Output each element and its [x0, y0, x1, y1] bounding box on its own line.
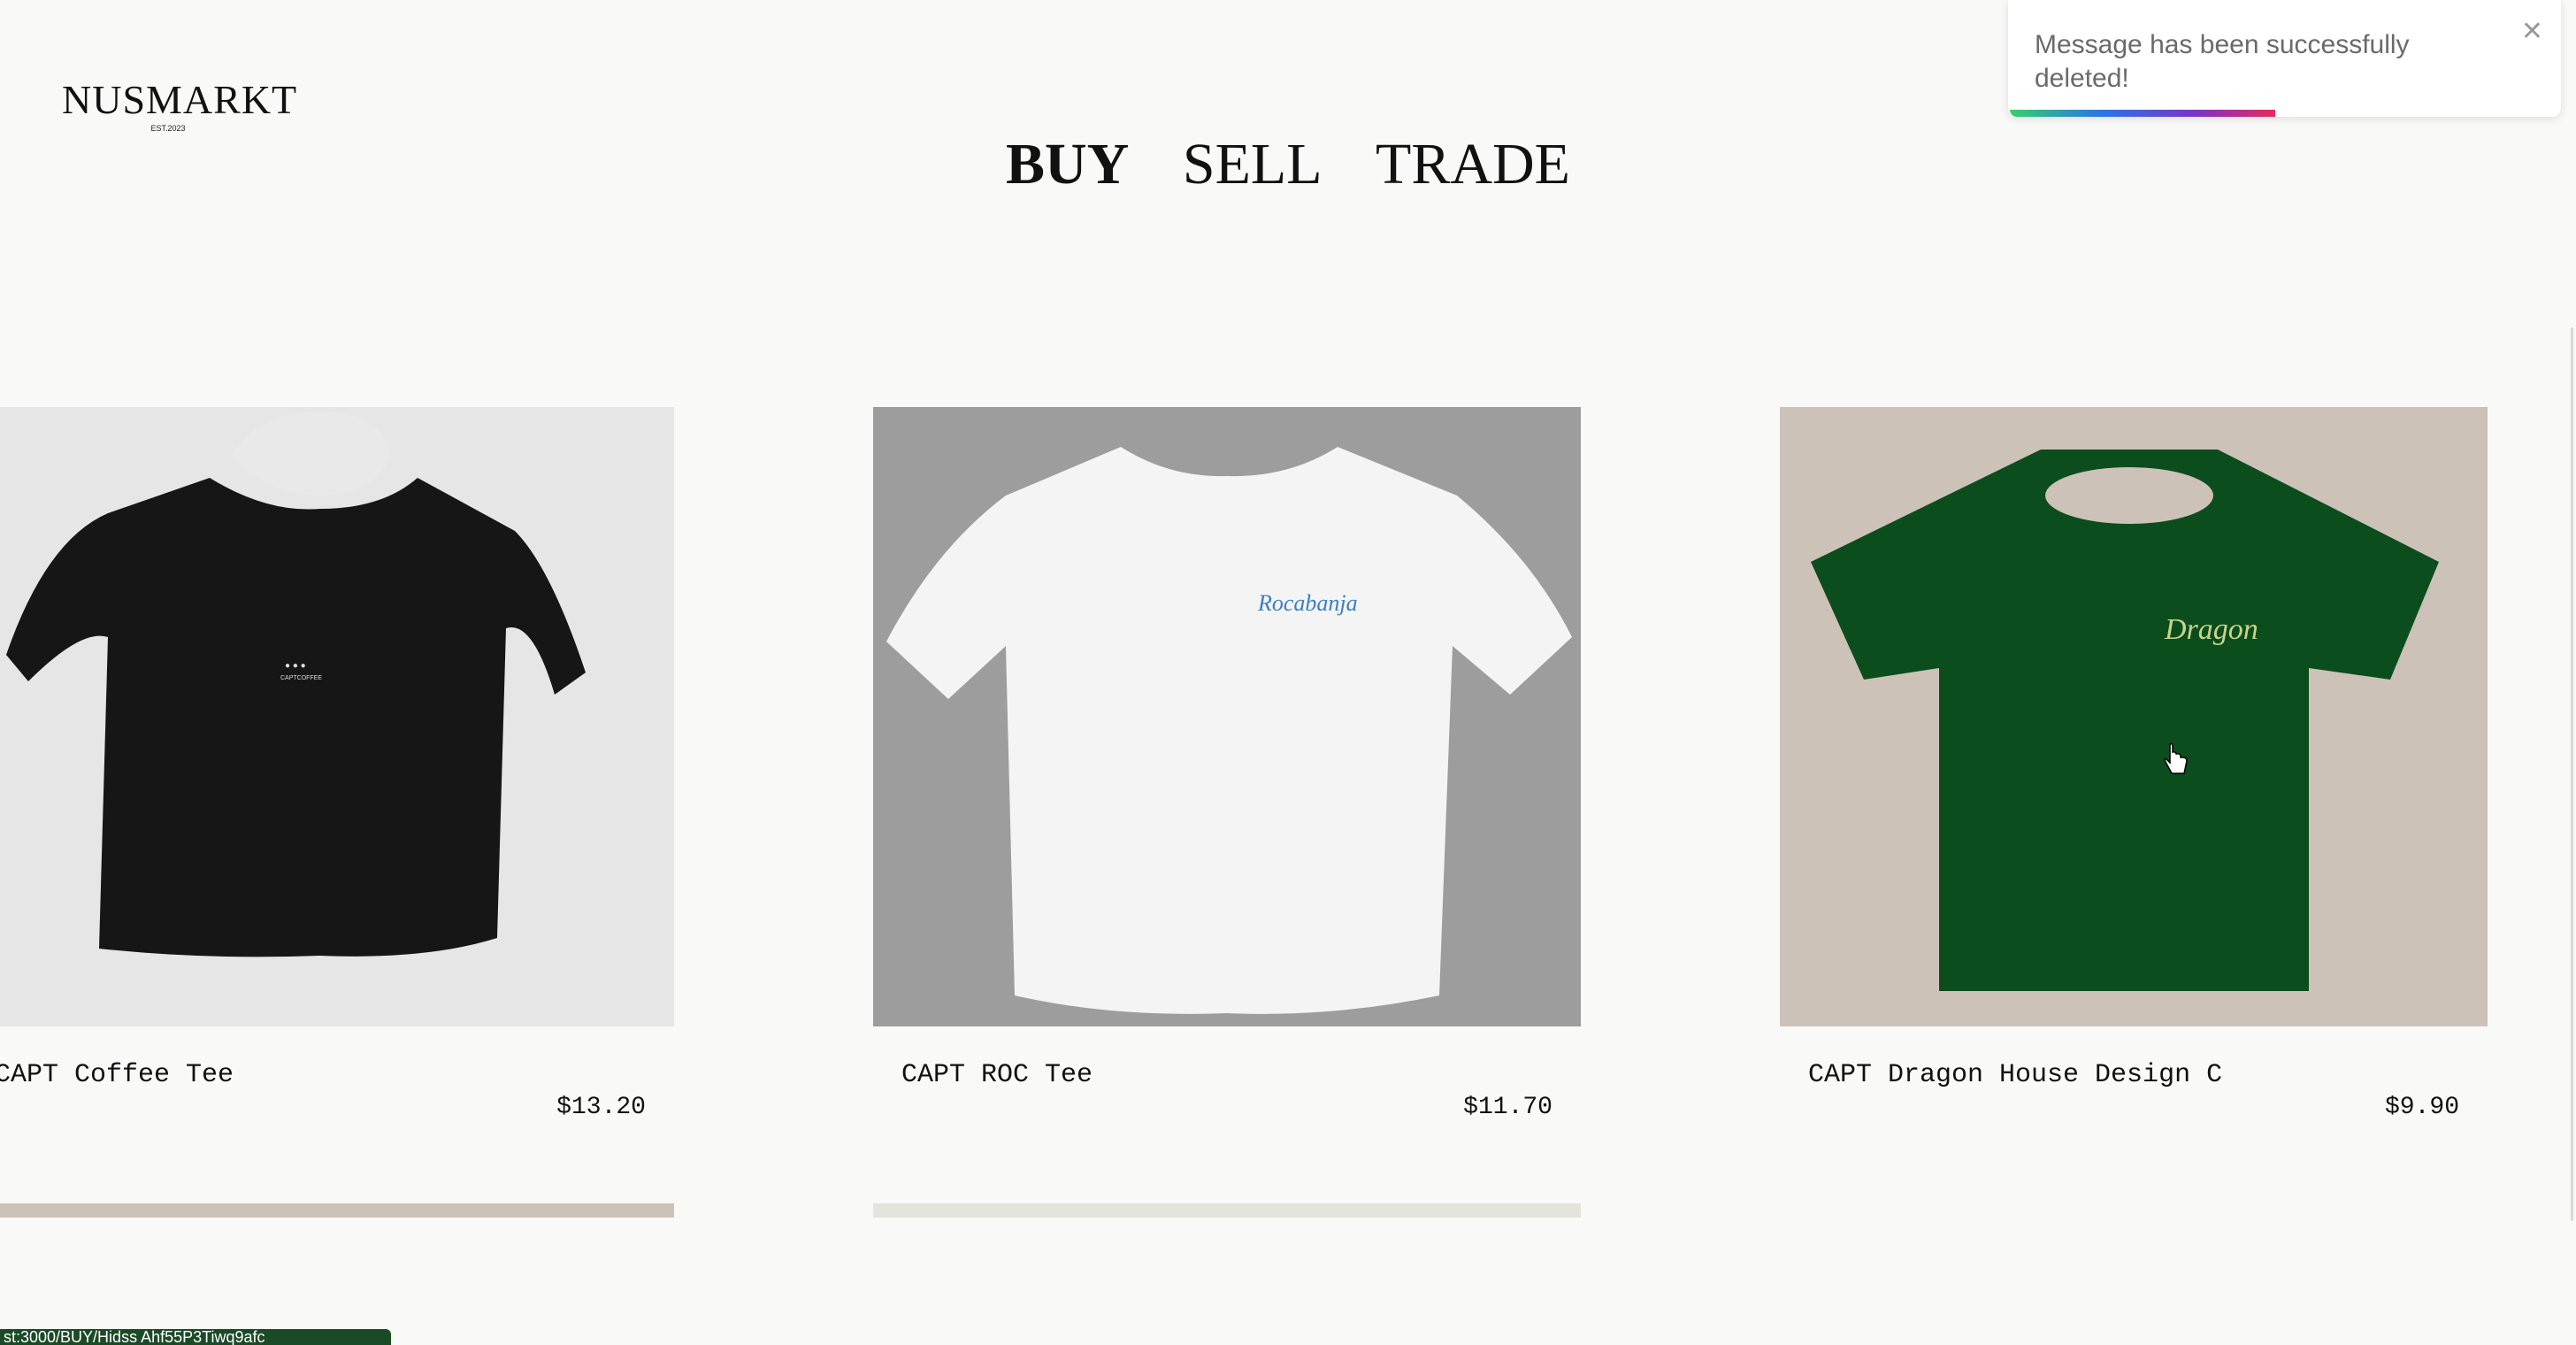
next-product-image[interactable] [873, 1203, 1581, 1218]
product-card[interactable]: ● ● ● CAPTCOFFEE CAPT Coffee Tee $13.20 [0, 407, 674, 1121]
toast-message: Message has been successfully deleted! [2035, 30, 2410, 93]
white-tshirt-image: Rocabanja [886, 447, 1572, 1014]
product-print: CAPTCOFFEE [280, 675, 322, 681]
site-logo[interactable]: NUSMARKT EST.2023 [62, 77, 298, 134]
product-card[interactable]: Rocabanja CAPT ROC Tee $11.70 [873, 407, 1581, 1121]
nav-sell[interactable]: SELL [1183, 131, 1322, 198]
toast-notification: Message has been successfully deleted! ✕ [2008, 0, 2561, 117]
black-tshirt-image: ● ● ● CAPTCOFFEE [6, 411, 586, 957]
green-tshirt-image: Dragon [1811, 450, 2439, 991]
product-image[interactable]: Rocabanja [873, 407, 1581, 1026]
svg-text:● ● ●: ● ● ● [285, 661, 306, 671]
product-image[interactable]: Dragon [1780, 407, 2488, 1026]
product-title[interactable]: CAPT Coffee Tee [0, 1060, 234, 1090]
product-price: $9.90 [2384, 1094, 2459, 1121]
product-image[interactable]: ● ● ● CAPTCOFFEE [0, 407, 674, 1026]
link-preview-statusbar: st:3000/BUY/Hidss Ahf55P3Tiwq9afc [0, 1329, 391, 1345]
nav-trade[interactable]: TRADE [1376, 131, 1570, 198]
main-nav: BUY SELL TRADE [0, 131, 2576, 198]
product-card[interactable]: Dragon CAPT Dragon House Design C $9.90 [1780, 407, 2488, 1121]
product-price: $13.20 [556, 1094, 646, 1121]
nav-buy[interactable]: BUY [1006, 131, 1129, 198]
close-icon[interactable]: ✕ [2521, 16, 2543, 47]
logo-text: NUSMARKT [62, 77, 298, 122]
product-price: $11.70 [1463, 1094, 1552, 1121]
next-product-image[interactable] [0, 1203, 674, 1218]
toast-progress-bar [2010, 110, 2275, 117]
scrollbar[interactable] [2571, 327, 2573, 1221]
product-print: Dragon [2164, 613, 2258, 646]
hand-cursor-icon [2164, 743, 2188, 774]
product-title[interactable]: CAPT ROC Tee [901, 1060, 1092, 1090]
product-print: Rocabanja [1257, 590, 1358, 616]
product-title[interactable]: CAPT Dragon House Design C [1808, 1060, 2222, 1090]
